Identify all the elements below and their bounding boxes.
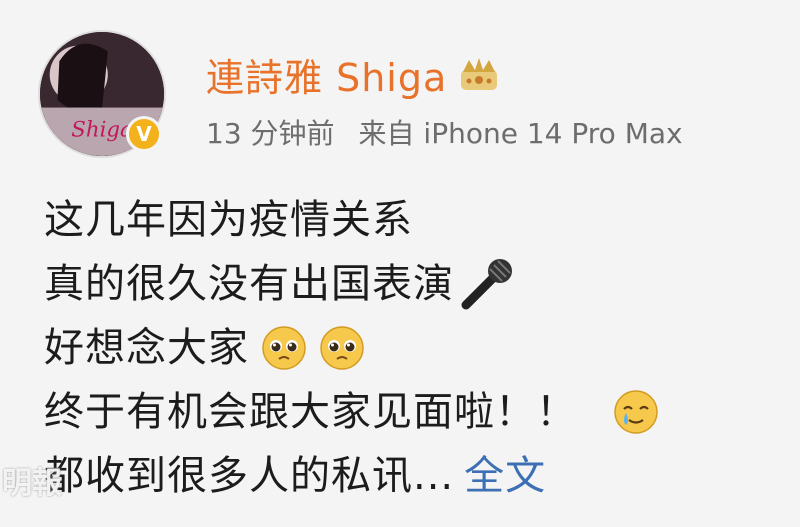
post-content: 这几年因为疫情关系 真的很久没有出国表演 好想念大家 终于有机会跟大家见面啦！！… [44, 188, 784, 508]
expand-full-text-link[interactable]: 全文 [464, 444, 546, 508]
post-line-text: 终于有机会跟大家见面啦！！ [44, 389, 577, 435]
post-line-2: 真的很久没有出国表演 [44, 252, 784, 316]
author-row: 連詩雅 Shiga [206, 46, 501, 102]
post-time: 13 分钟前 [206, 117, 335, 150]
post-line-text: 真的很久没有出国表演 [44, 261, 454, 307]
svg-text:Shiga: Shiga [71, 118, 132, 143]
post-line-text: 这几年因为疫情关系 [44, 197, 413, 243]
pleading-face-icon [261, 325, 307, 371]
watermark: 明報 [2, 466, 62, 501]
microphone-icon [458, 255, 516, 313]
post-line-text: 好想念大家 [44, 325, 249, 371]
post-line-3: 好想念大家 [44, 316, 784, 380]
crying-smile-icon [613, 389, 659, 435]
crown-icon[interactable] [457, 54, 501, 94]
pleading-face-icon [319, 325, 365, 371]
post-line-text: 都收到很多人的私讯... [44, 453, 455, 499]
post-source: 来自 iPhone 14 Pro Max [358, 117, 683, 150]
verified-badge: V [126, 116, 162, 152]
author-name[interactable]: 連詩雅 Shiga [206, 47, 447, 102]
post-line-5: 都收到很多人的私讯... 全文 [44, 444, 784, 508]
post-line-1: 这几年因为疫情关系 [44, 188, 784, 252]
post-meta: 13 分钟前 来自 iPhone 14 Pro Max [206, 112, 683, 152]
post-line-4: 终于有机会跟大家见面啦！！ [44, 380, 784, 444]
